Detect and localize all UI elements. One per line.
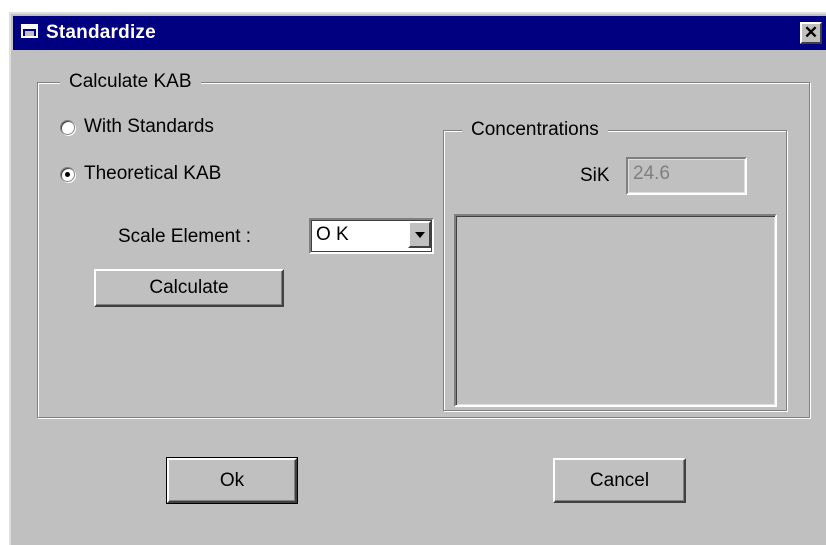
calculate-kab-group: Calculate KAB With Standards Theoretical… [37, 71, 810, 418]
concentrations-list[interactable] [454, 214, 777, 407]
sik-concentration-field: 24.6 [626, 157, 747, 195]
scale-element-label: Scale Element : [118, 226, 252, 247]
standardize-dialog: Standardize ✕ Calculate KAB With Standar… [9, 12, 826, 545]
radio-theoretical-kab-label: Theoretical KAB [84, 163, 222, 184]
radio-theoretical-kab[interactable]: Theoretical KAB [60, 162, 221, 186]
sik-concentration-value: 24.6 [633, 163, 670, 184]
scale-element-value: O K [316, 224, 349, 245]
radio-with-standards-label: With Standards [84, 116, 214, 137]
radio-with-standards[interactable]: With Standards [60, 115, 214, 139]
sik-label: SiK [580, 165, 610, 186]
calculate-button[interactable]: Calculate [94, 269, 284, 307]
scale-element-dropdown[interactable]: O K [309, 218, 434, 254]
calculate-kab-legend: Calculate KAB [60, 71, 201, 93]
title-bar[interactable]: Standardize ✕ [13, 16, 826, 50]
ok-button[interactable]: Ok [166, 457, 298, 504]
close-icon: ✕ [803, 23, 819, 42]
window-title: Standardize [46, 22, 156, 43]
concentrations-group: Concentrations SiK 24.6 [443, 119, 787, 411]
concentrations-legend: Concentrations [462, 119, 608, 141]
cancel-button[interactable]: Cancel [553, 458, 686, 503]
close-button[interactable]: ✕ [800, 22, 822, 44]
chevron-down-icon[interactable] [408, 221, 431, 248]
radio-theoretical-kab-indicator[interactable] [60, 166, 75, 182]
window-icon [21, 24, 38, 38]
radio-with-standards-indicator[interactable] [60, 119, 75, 135]
